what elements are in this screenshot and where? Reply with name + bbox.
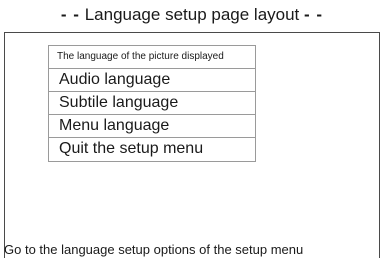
title-dash-right: - - bbox=[304, 5, 324, 24]
menu-item-subtitle-language[interactable]: Subtile language bbox=[49, 92, 255, 115]
title-dash-left: - - bbox=[60, 5, 80, 24]
language-setup-menu: The language of the picture displayed Au… bbox=[48, 45, 256, 162]
title-text: Language setup page layout bbox=[84, 5, 300, 24]
menu-item-menu-language[interactable]: Menu language bbox=[49, 115, 255, 138]
page-title: - - Language setup page layout - - bbox=[0, 4, 384, 26]
status-description: Go to the language setup options of the … bbox=[4, 242, 304, 257]
menu-item-picture-language[interactable]: The language of the picture displayed bbox=[49, 46, 255, 69]
menu-item-quit-setup[interactable]: Quit the setup menu bbox=[49, 138, 255, 161]
menu-item-audio-language[interactable]: Audio language bbox=[49, 69, 255, 92]
